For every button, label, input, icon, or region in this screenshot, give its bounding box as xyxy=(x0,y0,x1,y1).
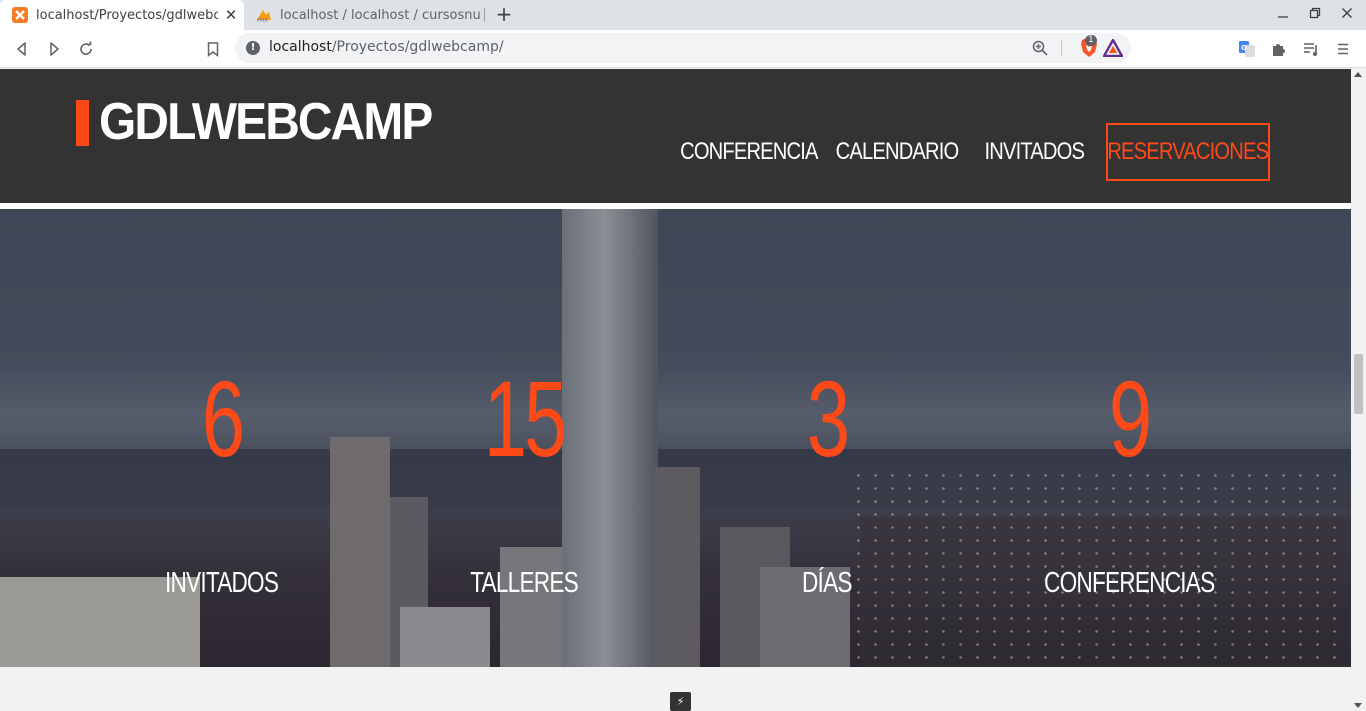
tab-phpmyadmin[interactable]: PMA localhost / localhost / cursosnu xyxy=(244,0,484,30)
tab-strip: localhost/Proyectos/gdlwebc ✕ PMA localh… xyxy=(0,0,1366,30)
forward-icon xyxy=(50,42,59,56)
translate-icon: G xyxy=(1239,41,1255,57)
stat-number-value: 6 xyxy=(201,358,245,479)
stat-label-text: TALLERES xyxy=(470,567,579,599)
scroll-up-icon[interactable] xyxy=(1354,72,1362,77)
url-host: localhost xyxy=(269,39,332,55)
tab-title: localhost / localhost / cursosnu xyxy=(280,7,481,23)
stat-label: INVITADOS xyxy=(112,565,332,601)
tab-gdlwebcamp[interactable]: localhost/Proyectos/gdlwebc ✕ xyxy=(0,0,244,30)
close-window-button[interactable] xyxy=(1335,4,1359,26)
omnibox-divider xyxy=(1061,40,1062,56)
nav-reservaciones[interactable]: RESERVACIONES xyxy=(1106,123,1270,181)
bookmark-button[interactable] xyxy=(202,38,224,60)
background-building xyxy=(400,607,490,667)
back-icon xyxy=(17,42,26,56)
reading-list-button[interactable] xyxy=(1300,38,1322,60)
restore-button[interactable] xyxy=(1303,4,1327,26)
url-path: /Proyectos/gdlwebcamp/ xyxy=(331,39,504,55)
minimize-button[interactable] xyxy=(1271,4,1295,26)
zoom-icon[interactable] xyxy=(1031,39,1049,57)
reload-icon xyxy=(80,41,92,55)
stat-number: 9 xyxy=(1019,359,1239,479)
new-tab-button[interactable]: + xyxy=(492,3,516,27)
stat-label-text: CONFERENCIAS xyxy=(1043,567,1215,599)
minimize-icon xyxy=(1278,16,1288,18)
close-tab-icon[interactable]: ✕ xyxy=(218,6,244,24)
scrollbar-thumb[interactable] xyxy=(1354,354,1363,414)
stat-number-value: 9 xyxy=(1108,358,1152,479)
stat-label-text: INVITADOS xyxy=(165,567,279,599)
stat-number-value: 3 xyxy=(806,358,850,479)
background-building xyxy=(330,437,390,667)
stat-label: TALLERES xyxy=(414,565,634,601)
svg-text:PMA: PMA xyxy=(257,18,268,23)
stat-number: 6 xyxy=(112,359,332,479)
shield-count-badge: 1 xyxy=(1085,35,1097,46)
stat-number: 15 xyxy=(414,359,634,479)
site-header: GDLWEBCAMP CONFERENCIA CALENDARIO INVITA… xyxy=(0,69,1351,203)
browser-toolbar: ! localhost/Proyectos/gdlwebcamp/ 1 G xyxy=(0,30,1366,68)
forward-button[interactable] xyxy=(43,38,65,60)
xampp-icon xyxy=(12,7,28,23)
puzzle-icon xyxy=(1273,44,1285,56)
brave-rewards-icon[interactable] xyxy=(1103,39,1123,57)
url-text[interactable]: localhost/Proyectos/gdlwebcamp/ xyxy=(269,39,504,55)
site-info-icon[interactable]: ! xyxy=(246,41,260,55)
stats-hero-section: 6 INVITADOS 15 TALLERES 3 DÍAS 9 CONFERE… xyxy=(0,209,1351,667)
phpmyadmin-icon: PMA xyxy=(257,10,271,23)
background-building xyxy=(655,467,700,667)
reload-button[interactable] xyxy=(75,38,97,60)
address-bar[interactable]: ! localhost/Proyectos/gdlwebcamp/ 1 xyxy=(235,33,1131,63)
nav-label: RESERVACIONES xyxy=(1107,138,1270,165)
bookmark-icon xyxy=(207,41,219,57)
bolt-icon: ⚡ xyxy=(670,692,691,711)
nav-label: CONFERENCIA xyxy=(680,138,818,165)
restore-icon xyxy=(1309,7,1321,19)
stat-number-value: 15 xyxy=(483,358,568,479)
nav-conferencia[interactable]: CONFERENCIA xyxy=(674,123,824,181)
tab-title: localhost/Proyectos/gdlwebc xyxy=(36,7,218,23)
back-button[interactable] xyxy=(11,38,33,60)
page-viewport: GDLWEBCAMP CONFERENCIA CALENDARIO INVITA… xyxy=(0,69,1351,711)
page-scrollbar[interactable] xyxy=(1351,69,1366,711)
tab-separator xyxy=(484,8,485,22)
stat-label: CONFERENCIAS xyxy=(1019,565,1239,601)
stat-label: DÍAS xyxy=(717,565,937,601)
nav-invitados[interactable]: INVITADOS xyxy=(972,123,1096,181)
stat-label-text: DÍAS xyxy=(802,567,852,599)
extensions-button[interactable] xyxy=(1268,38,1290,60)
stat-number: 3 xyxy=(717,359,937,479)
menu-button[interactable] xyxy=(1332,38,1354,60)
nav-calendario[interactable]: CALENDARIO xyxy=(830,123,964,181)
nav-label: INVITADOS xyxy=(984,138,1084,165)
close-icon xyxy=(1342,8,1352,18)
logo-accent-bar xyxy=(76,100,89,146)
next-section: ⚡ xyxy=(0,667,1351,711)
playlist-icon xyxy=(1303,42,1317,56)
translate-button[interactable]: G xyxy=(1236,38,1258,60)
svg-text:G: G xyxy=(1241,44,1247,52)
scroll-down-icon[interactable] xyxy=(1354,703,1362,708)
nav-label: CALENDARIO xyxy=(835,138,960,165)
hamburger-menu-icon xyxy=(1338,43,1348,55)
site-logo[interactable]: GDLWEBCAMP xyxy=(99,91,433,153)
